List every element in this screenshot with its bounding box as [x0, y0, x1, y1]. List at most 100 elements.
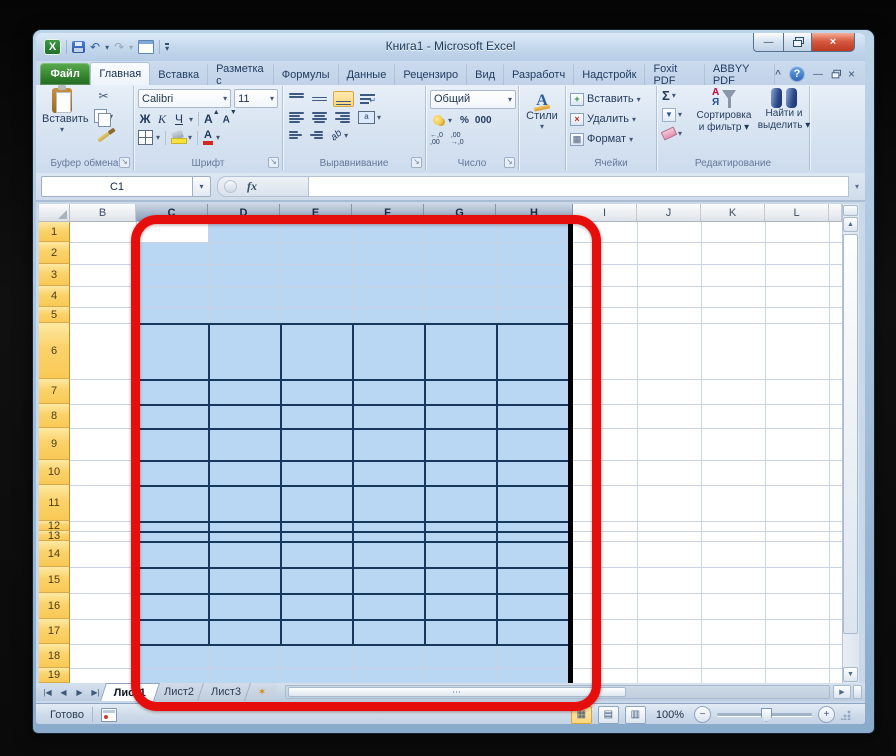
view-normal-button[interactable]: ▦: [571, 706, 592, 724]
borders-icon[interactable]: [138, 130, 153, 145]
row-header-11[interactable]: 11: [39, 485, 70, 521]
clear-button[interactable]: ▾: [662, 126, 682, 141]
row-header-8[interactable]: 8: [39, 404, 70, 428]
comma-style-button[interactable]: 000: [475, 115, 492, 126]
align-middle-button[interactable]: [310, 92, 329, 106]
increase-decimal-button[interactable]: ←,0,00: [430, 132, 443, 146]
decrease-indent-button[interactable]: [287, 128, 304, 142]
sheet-tab-лист1[interactable]: Лист1: [100, 683, 160, 701]
font-name-select[interactable]: Calibri▾: [138, 89, 231, 108]
row-header-13[interactable]: 13: [39, 531, 70, 541]
clipboard-dialog-launcher-icon[interactable]: ↘: [119, 157, 130, 168]
column-header-F[interactable]: F: [352, 204, 424, 222]
tab-рецензиро[interactable]: Рецензиро: [395, 64, 467, 85]
styles-button[interactable]: А Стили ▾: [525, 92, 559, 131]
copy-button[interactable]: ▾: [92, 108, 115, 124]
row-header-6[interactable]: 6: [39, 323, 70, 379]
percent-style-button[interactable]: %: [460, 115, 469, 126]
row-header-1[interactable]: 1: [39, 222, 70, 242]
row-header-3[interactable]: 3: [39, 264, 70, 286]
orientation-button[interactable]: ab▾: [329, 129, 350, 142]
align-center-button[interactable]: [310, 111, 329, 125]
insert-function-button[interactable]: fx: [247, 179, 257, 194]
prev-sheet-button[interactable]: ◀: [56, 685, 71, 699]
merge-center-button[interactable]: a▾: [356, 110, 383, 125]
tab-вид[interactable]: Вид: [467, 64, 504, 85]
next-sheet-button[interactable]: ▶: [72, 685, 87, 699]
row-header-14[interactable]: 14: [39, 541, 70, 567]
fill-color-icon[interactable]: [171, 131, 185, 144]
tab-вставка[interactable]: Вставка: [150, 64, 208, 85]
format-painter-button[interactable]: [92, 129, 115, 140]
row-header-17[interactable]: 17: [39, 619, 70, 644]
restore-button[interactable]: [784, 33, 811, 52]
autosum-button[interactable]: Σ▾: [662, 88, 682, 103]
row-header-10[interactable]: 10: [39, 460, 70, 485]
row-header-9[interactable]: 9: [39, 428, 70, 460]
insert-cells-button[interactable]: + Вставить▾: [570, 90, 652, 108]
align-left-button[interactable]: [287, 111, 306, 125]
tab-надстройк[interactable]: Надстройк: [574, 64, 645, 85]
column-header-C[interactable]: C: [136, 204, 208, 222]
row-header-4[interactable]: 4: [39, 286, 70, 307]
increase-indent-button[interactable]: [308, 128, 325, 142]
format-cells-button[interactable]: ▦ Формат▾: [570, 130, 652, 148]
select-all-corner[interactable]: [39, 204, 70, 222]
align-bottom-button[interactable]: [333, 91, 354, 107]
alignment-dialog-launcher-icon[interactable]: ↘: [411, 157, 422, 168]
column-header-E[interactable]: E: [280, 204, 352, 222]
first-sheet-button[interactable]: |◀: [40, 685, 55, 699]
row-header-5[interactable]: 5: [39, 307, 70, 323]
italic-button[interactable]: К: [155, 112, 169, 126]
vertical-scroll-thumb[interactable]: [843, 234, 858, 634]
resize-grip[interactable]: [841, 710, 851, 720]
font-dialog-launcher-icon[interactable]: ↘: [268, 157, 279, 168]
tab-split-handle[interactable]: [853, 685, 862, 699]
view-page-break-button[interactable]: ▥: [625, 706, 646, 724]
view-page-layout-button[interactable]: ▤: [598, 706, 619, 724]
column-header-G[interactable]: G: [424, 204, 496, 222]
tab-file[interactable]: Файл: [40, 63, 90, 85]
scroll-right-button[interactable]: ▶: [833, 685, 851, 699]
workbook-close-icon[interactable]: ×: [848, 67, 855, 81]
workbook-minimize-icon[interactable]: —: [813, 69, 823, 80]
zoom-slider-thumb[interactable]: [761, 708, 772, 722]
accounting-format-button[interactable]: ▾: [430, 113, 454, 128]
scroll-down-button[interactable]: ▼: [843, 667, 858, 682]
font-color-icon[interactable]: А: [203, 130, 213, 145]
column-header-partial[interactable]: [829, 204, 842, 222]
collapse-ribbon-icon[interactable]: ^: [775, 69, 781, 80]
insert-sheet-button[interactable]: ✶: [244, 683, 279, 701]
tab-разметка-с[interactable]: Разметка с: [208, 64, 274, 85]
fill-button[interactable]: ▼▾: [662, 107, 682, 122]
number-dialog-launcher-icon[interactable]: ↘: [504, 157, 515, 168]
number-format-select[interactable]: Общий▾: [430, 90, 516, 109]
worksheet-grid[interactable]: BCDEFGHIJKL12345678910111213141516171819…: [39, 204, 859, 683]
find-select-button[interactable]: Найти и выделить ▾: [753, 88, 815, 132]
column-header-I[interactable]: I: [573, 204, 637, 222]
horizontal-scrollbar[interactable]: [285, 685, 830, 699]
help-icon[interactable]: ?: [789, 66, 805, 82]
cut-button[interactable]: ✂: [92, 89, 115, 103]
zoom-in-button[interactable]: +: [818, 706, 835, 723]
vertical-split-handle[interactable]: [843, 205, 858, 216]
zoom-out-button[interactable]: −: [694, 706, 711, 723]
expand-formula-bar-icon[interactable]: ▾: [849, 177, 865, 196]
scroll-up-button[interactable]: ▲: [843, 217, 858, 232]
underline-dropdown-icon[interactable]: ▾: [189, 115, 193, 124]
tab-формулы[interactable]: Формулы: [274, 64, 339, 85]
delete-cells-button[interactable]: × Удалить▾: [570, 110, 652, 128]
name-box-dropdown-icon[interactable]: ▾: [192, 176, 211, 197]
paste-button[interactable]: Вставить ▾: [42, 88, 82, 134]
underline-button[interactable]: Ч: [172, 112, 186, 126]
tab-главная[interactable]: Главная: [90, 62, 150, 85]
column-header-D[interactable]: D: [208, 204, 280, 222]
active-cell-C1[interactable]: [136, 222, 208, 242]
zoom-slider[interactable]: [717, 713, 812, 716]
workbook-restore-icon[interactable]: [832, 71, 840, 77]
column-header-H[interactable]: H: [496, 204, 573, 222]
column-header-B[interactable]: B: [70, 204, 136, 222]
row-header-15[interactable]: 15: [39, 567, 70, 593]
sort-filter-button[interactable]: АЯ Сортировка и фильтр ▾: [693, 88, 755, 134]
formula-input[interactable]: [309, 176, 849, 197]
